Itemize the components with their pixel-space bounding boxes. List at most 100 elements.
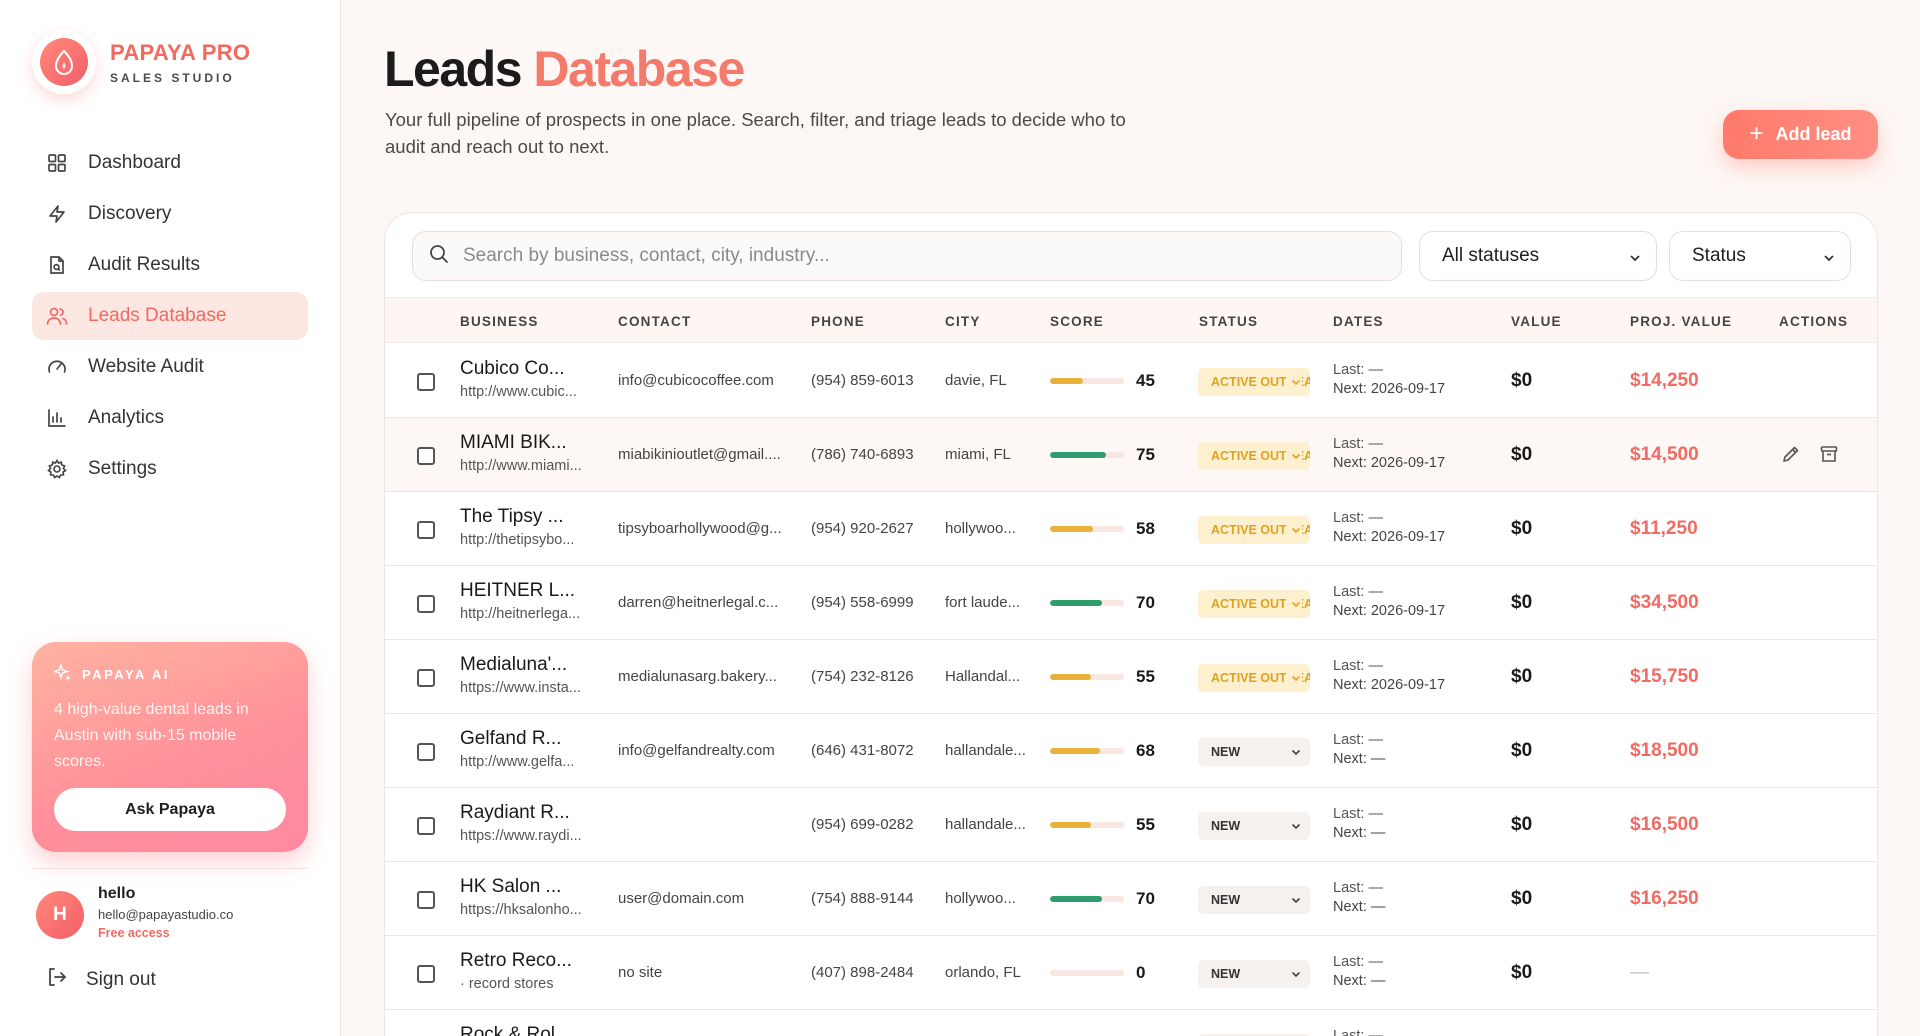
column-header-dates[interactable]: DATES [1333, 314, 1384, 329]
search-input[interactable] [463, 245, 1363, 267]
sort-select[interactable]: Status [1669, 231, 1851, 281]
table-row[interactable]: Raydiant R... https://www.raydi... (954) 6… [385, 788, 1877, 862]
table-row[interactable]: MIAMI BIK... http://www.miami... miabikini… [385, 418, 1877, 492]
ask-papaya-button[interactable]: Ask Papaya [54, 788, 286, 831]
projected-value: $16,250 [1630, 888, 1699, 909]
row-checkbox[interactable] [417, 743, 435, 761]
column-header-business[interactable]: BUSINESS [460, 314, 539, 329]
table-row[interactable]: HEITNER L... http://heitnerlega... darren@… [385, 566, 1877, 640]
papaya-logo-icon [32, 30, 96, 94]
row-checkbox[interactable] [417, 817, 435, 835]
business-cell[interactable]: Raydiant R... https://www.raydi... [460, 802, 582, 844]
sidebar-item-label: Dashboard [88, 152, 181, 173]
column-header-actions: ACTIONS [1779, 314, 1849, 329]
sidebar-item-website-audit[interactable]: Website Audit [32, 343, 308, 391]
last-contact-date: Last: — [1333, 436, 1383, 452]
score-value: 68 [1136, 741, 1155, 760]
contact-email: tipsyboarhollywood@g... [618, 520, 782, 537]
sort-value: Status [1692, 245, 1746, 266]
row-checkbox[interactable] [417, 373, 435, 391]
table-row[interactable]: Cubico Co... http://www.cubic... info@cubi… [385, 344, 1877, 418]
row-checkbox[interactable] [417, 891, 435, 909]
city: hallandale... [945, 816, 1026, 833]
status-label: NEW [1211, 967, 1241, 981]
lightning-icon [46, 203, 68, 225]
business-cell[interactable]: HEITNER L... http://heitnerlega... [460, 580, 580, 622]
contact-email: darren@heitnerlegal.c... [618, 594, 779, 611]
status-dropdown[interactable]: ACTIVE OUTREACH [1198, 368, 1310, 396]
status-dropdown[interactable]: NEW [1198, 812, 1310, 840]
table-row[interactable]: Retro Reco... · record stores no site (407)… [385, 936, 1877, 1010]
edit-icon[interactable] [1781, 444, 1801, 469]
business-cell[interactable]: Medialuna'... https://www.insta... [460, 654, 581, 696]
status-dropdown[interactable]: ACTIVE OUTREACH [1198, 516, 1310, 544]
city: hollywoo... [945, 890, 1016, 907]
status-label: NEW [1211, 893, 1241, 907]
table-row[interactable]: Gelfand R... http://www.gelfa... info@gelf… [385, 714, 1877, 788]
last-contact-date: Last: — [1333, 732, 1383, 748]
sidebar-item-discovery[interactable]: Discovery [32, 190, 308, 238]
user-email: hello@papayastudio.co [98, 907, 234, 922]
row-checkbox[interactable] [417, 669, 435, 687]
archive-icon[interactable] [1819, 444, 1839, 469]
status-dropdown[interactable]: NEW [1198, 738, 1310, 766]
table-row[interactable]: The Tipsy ... http://thetipsybo... tipsybo… [385, 492, 1877, 566]
user-profile[interactable]: H hello hello@papayastudio.co Free acces… [36, 885, 233, 940]
row-checkbox[interactable] [417, 447, 435, 465]
business-cell[interactable]: Retro Reco... · record stores [460, 950, 572, 992]
column-header-value[interactable]: VALUE [1511, 314, 1562, 329]
status-dropdown[interactable]: ACTIVE OUTREACH [1198, 442, 1310, 470]
table-row[interactable]: Medialuna'... https://www.insta... medialu… [385, 640, 1877, 714]
chevron-down-icon [1286, 968, 1302, 983]
status-dropdown[interactable]: ACTIVE OUTREACH [1198, 664, 1310, 692]
score-bar [1050, 748, 1124, 754]
status-label: NEW [1211, 745, 1241, 759]
sidebar-item-settings[interactable]: Settings [32, 445, 308, 493]
dates-cell: Last: — Next: 2026-09-17 [1333, 657, 1445, 695]
column-header-status[interactable]: STATUS [1199, 314, 1258, 329]
column-header-score[interactable]: SCORE [1050, 314, 1104, 329]
row-checkbox[interactable] [417, 595, 435, 613]
business-url: http://www.miami... [460, 458, 582, 474]
user-name: hello [98, 885, 136, 902]
business-cell[interactable]: The Tipsy ... http://thetipsybo... [460, 506, 574, 548]
brand[interactable]: PAPAYA PRO SALES STUDIO [32, 30, 250, 94]
phone-number: (646) 431-8072 [811, 742, 914, 759]
status-dropdown[interactable]: ACTIVE OUTREACH [1198, 590, 1310, 618]
business-cell[interactable]: HK Salon ... https://hksalonho... [460, 876, 582, 918]
sidebar-item-leads-database[interactable]: Leads Database [32, 292, 308, 340]
business-cell[interactable]: MIAMI BIK... http://www.miami... [460, 432, 582, 474]
sidebar-item-dashboard[interactable]: Dashboard [32, 139, 308, 187]
sidebar-item-audit-results[interactable]: Audit Results [32, 241, 308, 289]
next-contact-date: Next: 2026-09-17 [1333, 529, 1446, 545]
status-filter-select[interactable]: All statuses [1419, 231, 1657, 281]
search-icon [429, 244, 449, 269]
sign-out-button[interactable]: Sign out [46, 966, 156, 994]
brand-name: PAPAYA PRO [110, 39, 251, 65]
chevron-down-icon [1286, 672, 1302, 687]
city: orlando, FL [945, 964, 1021, 981]
add-lead-button[interactable]: + Add lead [1723, 110, 1878, 159]
lead-value: $0 [1511, 444, 1533, 465]
business-cell[interactable]: Gelfand R... http://www.gelfa... [460, 728, 574, 770]
score-bar [1050, 452, 1124, 458]
column-header-proj-value[interactable]: PROJ. VALUE [1630, 314, 1732, 329]
row-checkbox[interactable] [417, 965, 435, 983]
plus-icon: + [1749, 119, 1764, 147]
business-cell[interactable]: Rock & Rol... [460, 1024, 571, 1036]
status-dropdown[interactable]: NEW [1198, 960, 1310, 988]
status-dropdown[interactable]: NEW [1198, 886, 1310, 914]
city: fort laude... [945, 594, 1021, 611]
column-header-phone[interactable]: PHONE [811, 314, 865, 329]
business-cell[interactable]: Cubico Co... http://www.cubic... [460, 358, 577, 400]
dates-cell: Last: — Next: 2026-09-17 [1333, 361, 1445, 399]
table-row[interactable]: HK Salon ... https://hksalonho... user@dom… [385, 862, 1877, 936]
chevron-down-icon [1286, 450, 1302, 465]
sidebar-item-analytics[interactable]: Analytics [32, 394, 308, 442]
search-box[interactable] [412, 231, 1402, 281]
table-row[interactable]: Rock & Rol...55NEWLast: —$0$16,250 [385, 1010, 1877, 1036]
column-header-city[interactable]: CITY [945, 314, 981, 329]
row-checkbox[interactable] [417, 521, 435, 539]
column-header-contact[interactable]: CONTACT [618, 314, 691, 329]
ai-card-text: 4 high-value dental leads in Austin with… [54, 701, 249, 770]
